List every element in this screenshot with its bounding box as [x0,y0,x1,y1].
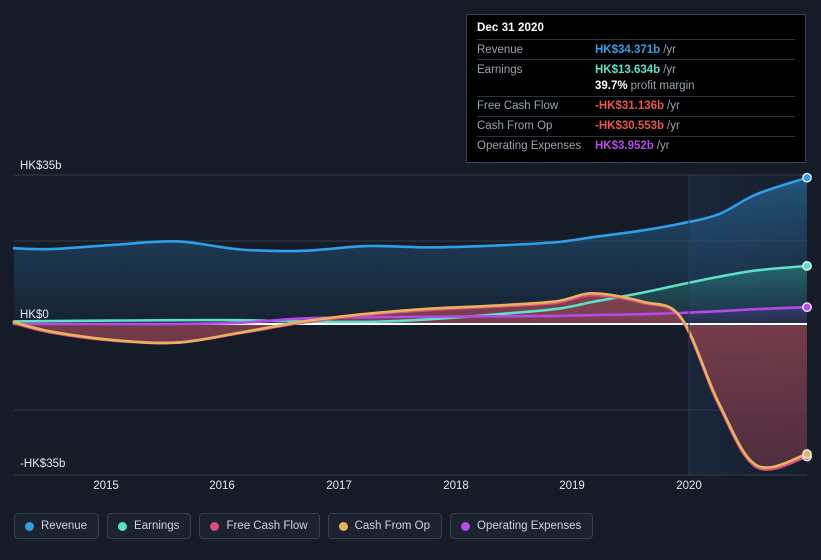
tooltip-row-value: 39.7% profit margin [595,80,695,92]
tooltip-row: Revenue HK$34.371b/yr [477,39,795,59]
x-axis-tick-label: 2017 [326,480,352,492]
endpoint-marker-cash-from-op[interactable] [802,449,812,459]
endpoint-marker-earnings[interactable] [802,261,812,271]
legend-item-cash-from-op[interactable]: Cash From Op [327,513,443,539]
tooltip-row-value: HK$13.634b/yr [595,63,676,76]
x-axis-tick-label: 2020 [676,480,702,492]
legend-item-label: Free Cash Flow [226,520,308,532]
tooltip-row-unit: /yr [663,43,676,56]
tooltip-row-value: HK$3.952b/yr [595,140,670,152]
tooltip-row-label: Free Cash Flow [477,100,559,112]
tooltip-row-value: -HK$31.136b/yr [595,100,680,112]
tooltip-row-label: Earnings [477,63,523,76]
legend-item-operating-expenses[interactable]: Operating Expenses [450,513,594,539]
tooltip-row: Operating Expenses HK$3.952b/yr [477,135,795,156]
data-tooltip: Dec 31 2020 Revenue HK$34.371b/yr Earnings… [466,14,806,163]
tooltip-row-label: Cash From Op [477,120,553,132]
legend-item-revenue[interactable]: Revenue [14,513,100,539]
legend-item-label: Revenue [41,520,88,532]
legend-item-label: Operating Expenses [477,520,582,532]
legend-color-dot [25,521,34,531]
endpoint-marker-operating-expenses[interactable] [802,302,812,313]
legend-item-free-cash-flow[interactable]: Free Cash Flow [199,513,320,539]
tooltip-row-unit: /yr [667,120,680,132]
tooltip-rows: Revenue HK$34.371b/yr Earnings HK$13.634b/y… [477,39,795,156]
tooltip-row: Earnings HK$13.634b/yr [477,59,795,79]
financial-chart: HK$35b HK$0 -HK$35b 2015 2016 2017 2018 2019 20… [0,0,821,560]
x-axis-tick-label: 2019 [559,480,585,492]
chart-legend: Revenue Earnings Free Cash Flow Cash From O… [14,513,594,539]
endpoint-marker-revenue[interactable] [802,172,812,183]
tooltip-row-unit: /yr [656,140,670,152]
tooltip-row: Free Cash Flow -HK$31.136b/yr [477,95,795,116]
legend-color-dot [210,521,220,531]
tooltip-row: 39.7% profit margin [477,79,795,96]
tooltip-row-label: Operating Expenses [477,140,582,152]
x-axis-tick-label: 2018 [443,480,469,492]
legend-item-earnings[interactable]: Earnings [107,513,192,539]
tooltip-row-value: -HK$30.553b/yr [595,120,680,132]
legend-color-dot [461,521,471,531]
y-axis-tick-label: HK$35b [20,160,62,172]
tooltip-row-unit: profit margin [630,80,695,92]
legend-color-dot [118,521,128,531]
y-axis-tick-label: -HK$35b [20,458,66,470]
tooltip-row: Cash From Op -HK$30.553b/yr [477,115,795,136]
tooltip-row-value: HK$34.371b/yr [595,43,676,56]
y-axis-tick-label: HK$0 [20,309,49,321]
legend-color-dot [338,521,348,531]
x-axis-tick-label: 2016 [209,480,235,492]
legend-item-label: Cash From Op [354,520,431,532]
tooltip-row-label: Revenue [477,43,524,56]
x-axis-tick-label: 2015 [93,480,119,492]
tooltip-row-unit: /yr [663,63,676,76]
tooltip-row-unit: /yr [667,100,680,112]
tooltip-date: Dec 31 2020 [477,22,544,34]
legend-item-label: Earnings [134,520,180,532]
